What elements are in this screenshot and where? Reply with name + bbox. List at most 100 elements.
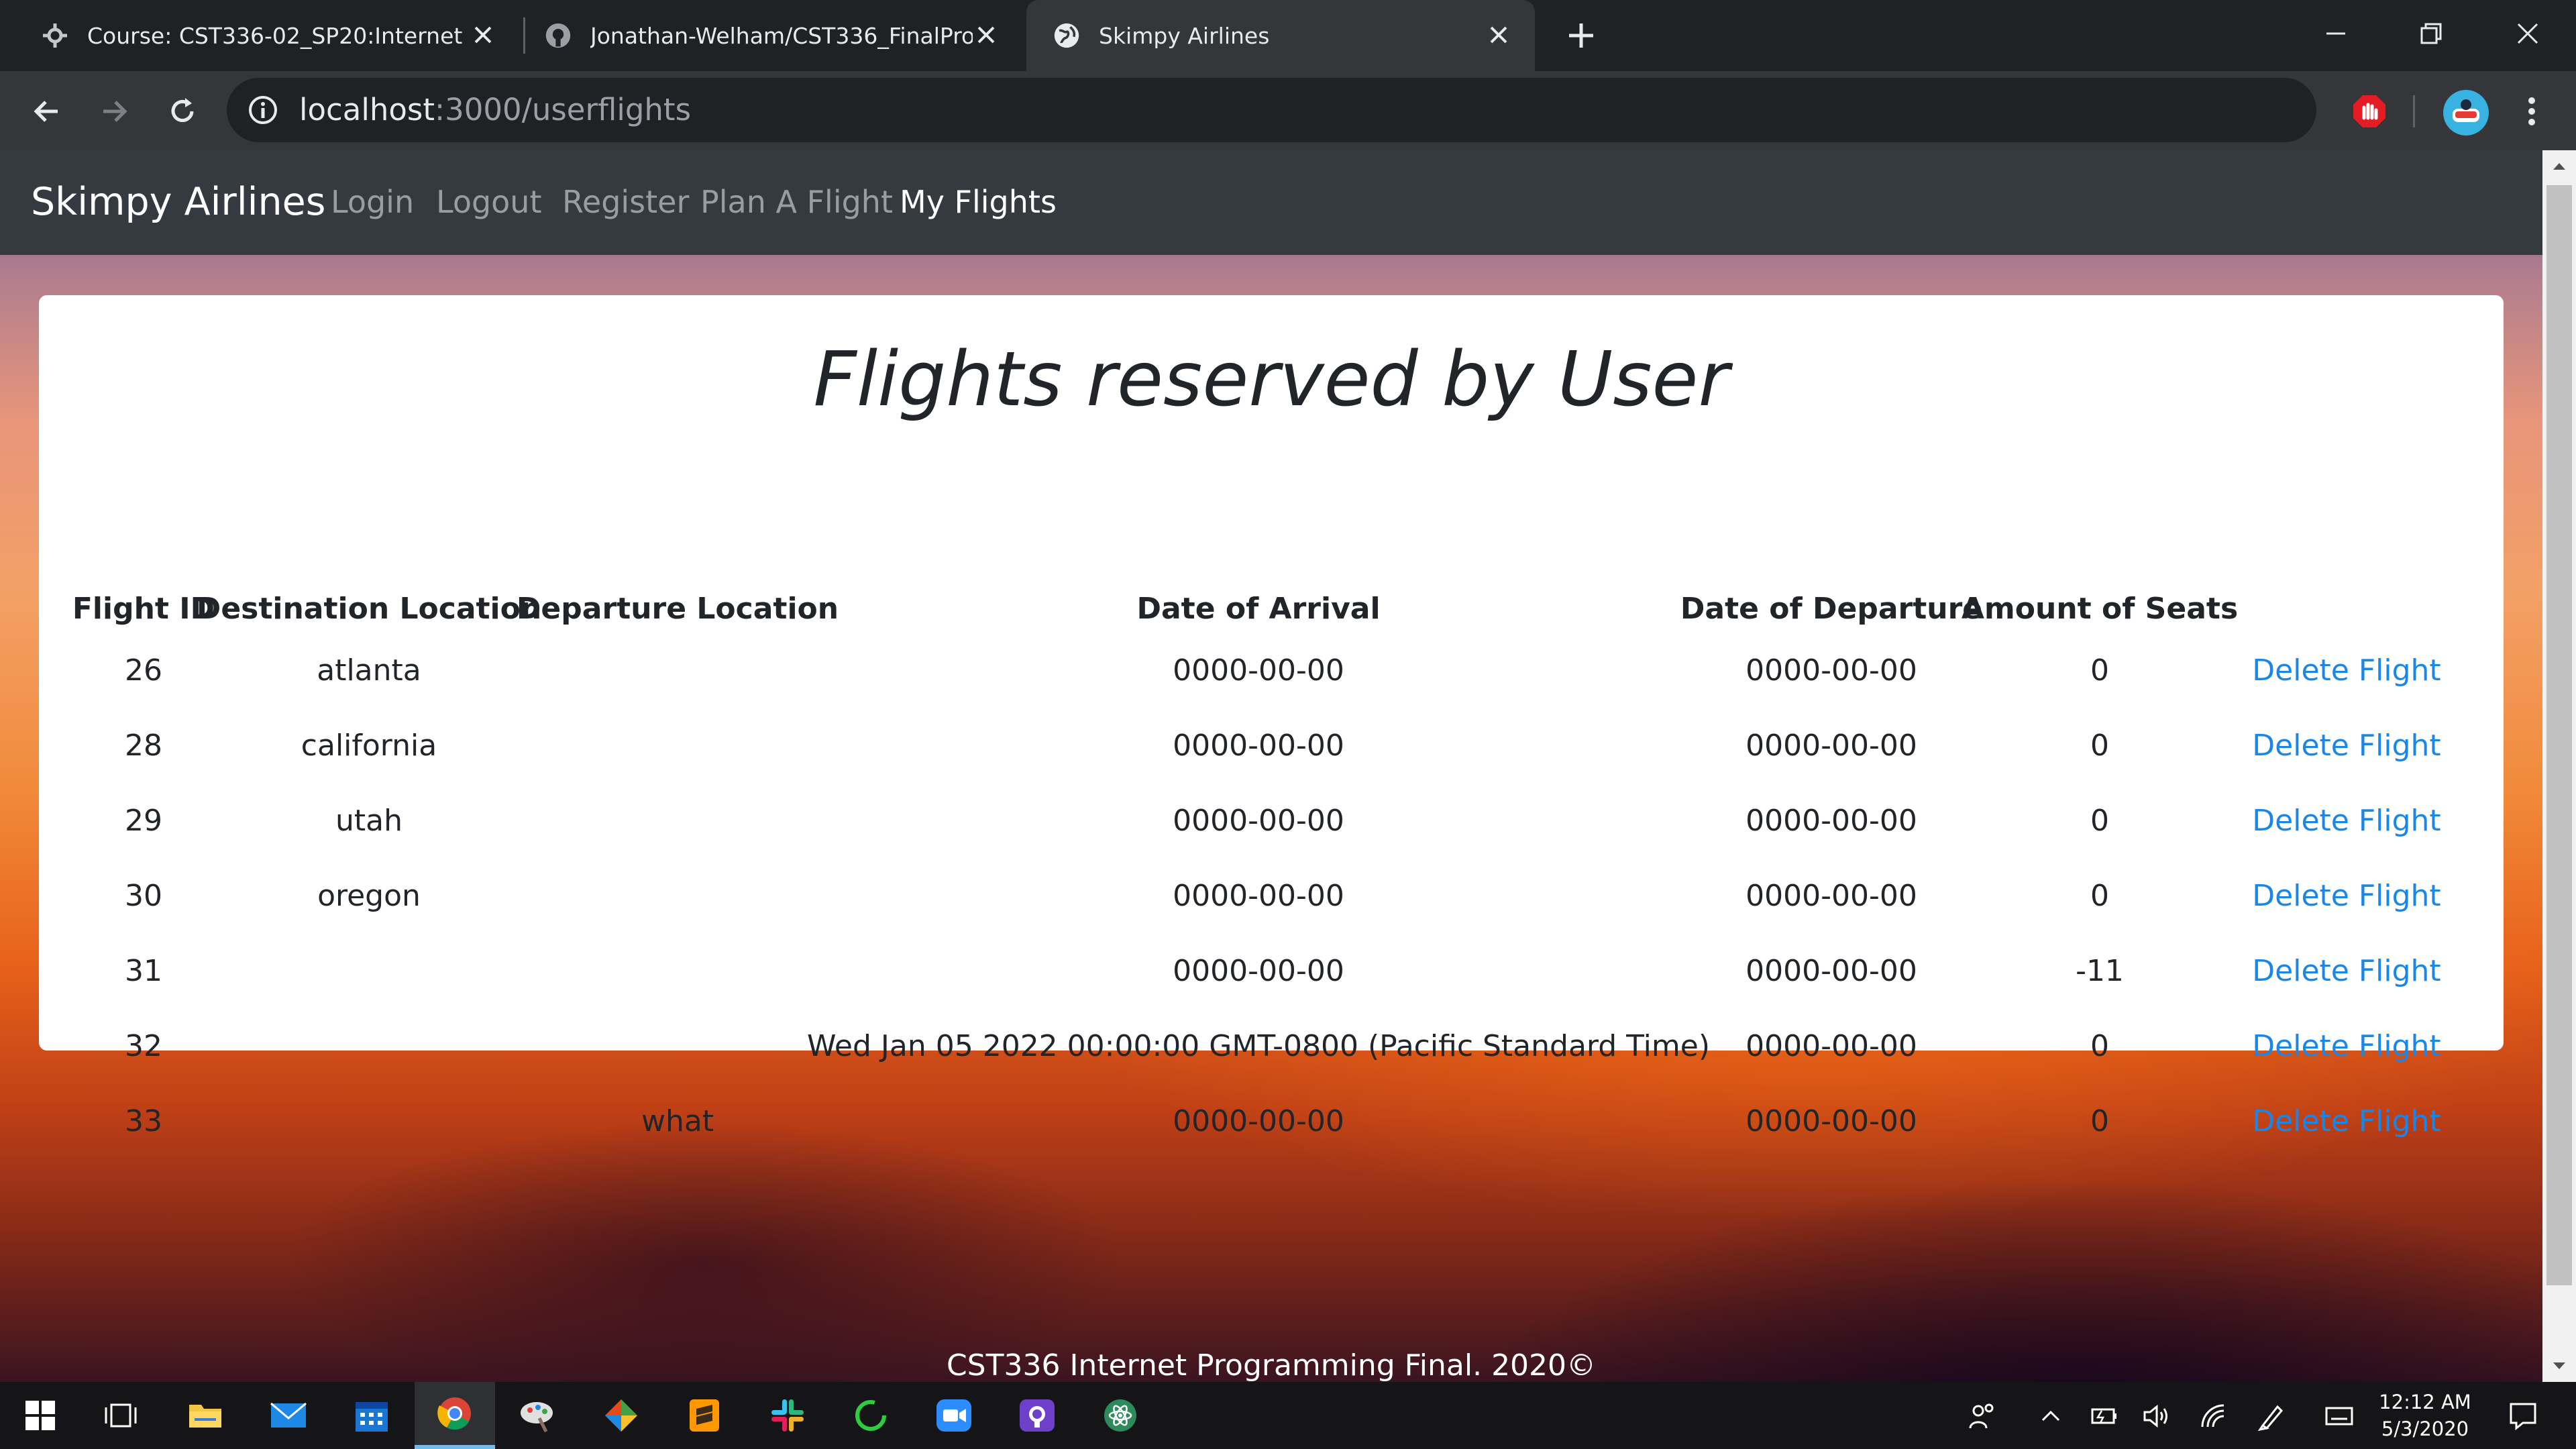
avatar[interactable] (2443, 90, 2489, 136)
cell-arrival-date: Wed Jan 05 2022 00:00:00 GMT-0800 (Pacif… (807, 1029, 1710, 1063)
cell-seats: 0 (2090, 729, 2109, 763)
nav-plan-a-flight[interactable]: Plan A Flight (700, 184, 893, 220)
column-header-departure-date: Date of Departure (1680, 592, 1983, 626)
cell-departure-location: what (641, 1104, 714, 1138)
minimize-icon[interactable] (2316, 13, 2356, 54)
page-viewport: Skimpy Airlines Login Logout Register Pl… (0, 150, 2542, 1382)
slack-icon[interactable] (747, 1382, 828, 1449)
browser-tab-bar: Course: CST336-02_SP20:Internet Progr Jo… (0, 0, 2576, 71)
clock-time: 12:12 AM (2379, 1391, 2471, 1413)
close-tab-icon[interactable] (467, 19, 499, 51)
cell-arrival-date: 0000-00-00 (1173, 804, 1344, 838)
close-window-icon[interactable] (2508, 13, 2548, 54)
address-bar[interactable]: localhost:3000/userflights (227, 78, 2316, 142)
site-info-icon[interactable] (247, 94, 279, 126)
file-explorer-icon[interactable] (165, 1382, 246, 1449)
clock-date: 5/3/2020 (2381, 1417, 2469, 1440)
moodle-icon (42, 22, 68, 49)
mail-icon[interactable] (248, 1382, 329, 1449)
cell-arrival-date: 0000-00-00 (1173, 1104, 1344, 1138)
more-menu-icon[interactable] (2512, 91, 2552, 131)
delete-flight-button[interactable]: Delete Flight (2252, 729, 2440, 763)
pen-icon[interactable] (2255, 1399, 2289, 1433)
touch-keyboard-icon[interactable] (2322, 1399, 2356, 1433)
github-desktop-icon[interactable] (997, 1382, 1077, 1449)
column-header-departure: Departure Location (516, 592, 839, 626)
battery-icon[interactable] (2088, 1399, 2121, 1433)
tab-github[interactable]: Jonathan-Welham/CST336_FinalProject (525, 0, 1026, 71)
cell-departure-date: 0000-00-00 (1746, 954, 1917, 988)
delete-flight-button[interactable]: Delete Flight (2252, 1029, 2440, 1063)
scrollbar-thumb[interactable] (2546, 185, 2572, 1285)
cell-seats: 0 (2090, 879, 2109, 913)
scroll-down-arrow-icon[interactable] (2542, 1350, 2576, 1382)
cell-seats: 0 (2090, 1029, 2109, 1063)
flights-card: Flights reserved by User Flight ID Desti… (39, 295, 2504, 1138)
page-scrollbar[interactable] (2542, 150, 2576, 1382)
cell-arrival-date: 0000-00-00 (1173, 653, 1344, 688)
restore-icon[interactable] (2411, 13, 2451, 54)
cell-flight-id: 28 (125, 729, 162, 763)
calendar-icon[interactable] (331, 1382, 412, 1449)
cell-departure-date: 0000-00-00 (1746, 1104, 1917, 1138)
close-tab-icon[interactable] (1483, 19, 1515, 51)
nav-login[interactable]: Login (331, 184, 414, 220)
globe-icon (1053, 22, 1080, 49)
zoom-icon[interactable] (914, 1382, 994, 1449)
task-view-icon[interactable] (80, 1382, 161, 1449)
cell-flight-id: 31 (125, 954, 162, 988)
back-icon[interactable] (27, 91, 67, 131)
people-icon[interactable] (1966, 1399, 1999, 1433)
start-icon[interactable] (0, 1382, 80, 1449)
new-tab-icon[interactable] (1563, 17, 1599, 54)
toolbar-divider (2413, 95, 2415, 127)
url-host: localhost (299, 92, 435, 127)
cell-destination: california (301, 729, 437, 763)
extension-adblock-icon[interactable] (2349, 91, 2390, 131)
cell-arrival-date: 0000-00-00 (1173, 729, 1344, 763)
brand-logo-text[interactable]: Skimpy Airlines (31, 180, 325, 224)
url-text[interactable]: localhost:3000/userflights (299, 90, 691, 130)
notification-icon[interactable] (2506, 1399, 2540, 1433)
cell-departure-date: 0000-00-00 (1746, 729, 1917, 763)
delete-flight-button[interactable]: Delete Flight (2252, 653, 2440, 688)
cell-seats: 0 (2090, 804, 2109, 838)
atom-icon[interactable] (1080, 1382, 1161, 1449)
chevron-up-icon[interactable] (2034, 1399, 2068, 1433)
nav-logout[interactable]: Logout (436, 184, 542, 220)
forward-icon[interactable] (94, 91, 134, 131)
delete-flight-button[interactable]: Delete Flight (2252, 954, 2440, 988)
volume-icon[interactable] (2140, 1399, 2174, 1433)
page-title: Flights reserved by User (813, 336, 1729, 423)
circular-app-icon[interactable] (830, 1382, 911, 1449)
nav-my-flights[interactable]: My Flights (900, 184, 1057, 220)
chrome-icon[interactable] (415, 1382, 495, 1449)
cell-arrival-date: 0000-00-00 (1173, 954, 1344, 988)
cell-seats: 0 (2090, 1104, 2109, 1138)
system-clock[interactable]: 12:12 AM 5/3/2020 (2375, 1389, 2475, 1442)
reload-icon[interactable] (162, 91, 203, 131)
paint-app-icon[interactable] (498, 1382, 578, 1449)
cell-departure-date: 0000-00-00 (1746, 804, 1917, 838)
cell-destination: oregon (317, 879, 421, 913)
close-tab-icon[interactable] (970, 19, 1002, 51)
cell-arrival-date: 0000-00-00 (1173, 879, 1344, 913)
delete-flight-button[interactable]: Delete Flight (2252, 1104, 2440, 1138)
scroll-up-arrow-icon[interactable] (2542, 150, 2576, 182)
network-icon[interactable] (2198, 1399, 2231, 1433)
cell-seats: -11 (2076, 954, 2124, 988)
column-header-seats: Amount of Seats (1961, 592, 2239, 626)
cell-flight-id: 33 (125, 1104, 162, 1138)
sublime-text-icon[interactable] (664, 1382, 745, 1449)
column-header-destination: Destination Location (196, 592, 542, 626)
tab-title: Jonathan-Welham/CST336_FinalProject (590, 22, 973, 49)
git-app-icon[interactable] (581, 1382, 661, 1449)
nav-register[interactable]: Register (562, 184, 689, 220)
delete-flight-button[interactable]: Delete Flight (2252, 804, 2440, 838)
delete-flight-button[interactable]: Delete Flight (2252, 879, 2440, 913)
cell-flight-id: 29 (125, 804, 162, 838)
cell-departure-date: 0000-00-00 (1746, 1029, 1917, 1063)
tab-course[interactable]: Course: CST336-02_SP20:Internet Progr (0, 0, 523, 71)
cell-destination: utah (335, 804, 402, 838)
tab-skimpy-airlines[interactable]: Skimpy Airlines (1026, 0, 1535, 71)
